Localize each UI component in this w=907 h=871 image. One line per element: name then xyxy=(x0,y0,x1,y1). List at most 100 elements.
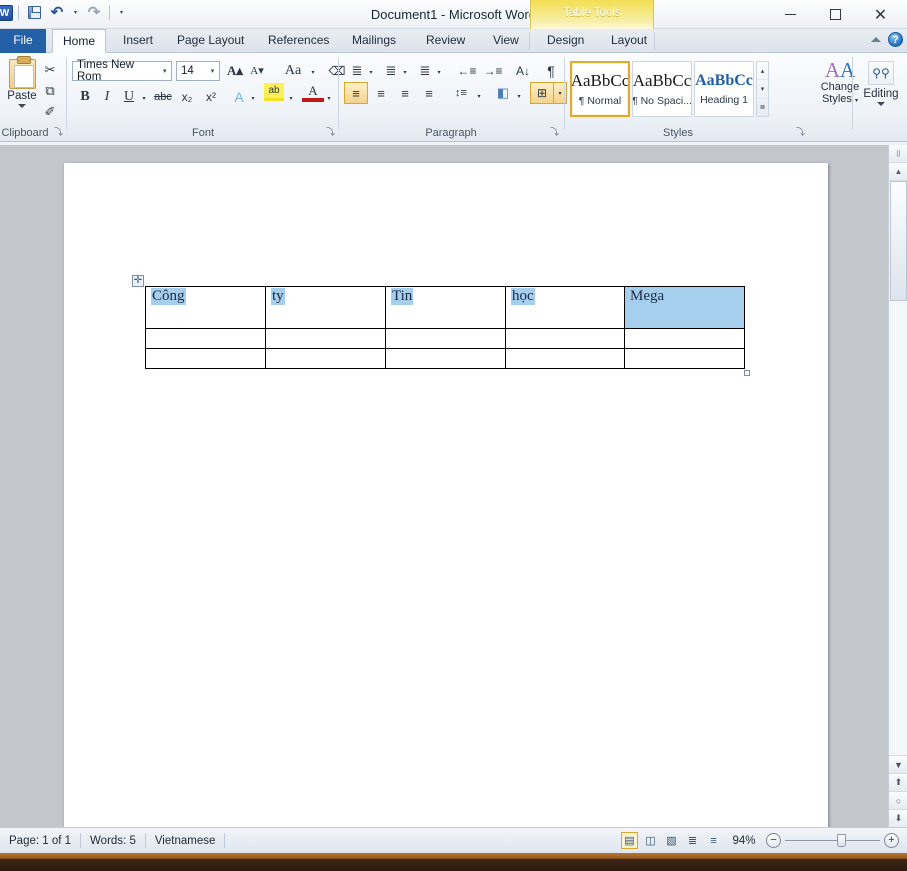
highlight-caret[interactable]: ▾ xyxy=(286,88,296,109)
zoom-in-button[interactable]: + xyxy=(884,833,899,848)
split-window-button[interactable]: ▲ xyxy=(889,163,907,181)
table-cell[interactable] xyxy=(145,348,266,369)
styles-scroll-down-button[interactable]: ▾ xyxy=(757,80,768,99)
chevron-down-icon[interactable]: ▾ xyxy=(206,67,219,75)
copy-button[interactable]: ⧉ xyxy=(40,81,60,101)
zoom-out-button[interactable]: − xyxy=(766,833,781,848)
table-cell[interactable] xyxy=(385,328,506,349)
line-spacing-button[interactable]: ↕≡ xyxy=(448,82,474,104)
tab-home[interactable]: Home xyxy=(52,29,106,53)
table-resize-handle[interactable] xyxy=(744,370,750,376)
table-cell[interactable]: Công xyxy=(145,286,266,329)
scrollbar-thumb[interactable] xyxy=(890,181,907,301)
collapse-ribbon-icon[interactable] xyxy=(871,37,881,42)
maximize-button[interactable] xyxy=(813,4,858,25)
grow-font-button[interactable]: A▴ xyxy=(224,60,246,81)
line-spacing-caret[interactable]: ▾ xyxy=(474,86,484,107)
tab-layout[interactable]: Layout xyxy=(600,29,658,53)
increase-indent-button[interactable]: →≡ xyxy=(480,60,506,81)
view-web-layout-button[interactable]: ▧ xyxy=(663,832,680,849)
change-case-caret[interactable]: ▾ xyxy=(308,62,318,83)
shrink-font-button[interactable]: A▾ xyxy=(246,60,268,81)
decrease-indent-button[interactable]: ←≡ xyxy=(454,60,480,81)
table-cell[interactable] xyxy=(265,328,386,349)
style-normal[interactable]: AaBbCс ¶ Normal xyxy=(570,61,630,117)
cut-button[interactable]: ✂ xyxy=(40,60,60,80)
close-button[interactable]: ✕ xyxy=(858,4,903,25)
zoom-level[interactable]: 94% xyxy=(726,835,762,847)
zoom-slider[interactable] xyxy=(785,834,880,847)
align-center-button[interactable]: ≡ xyxy=(370,82,392,104)
tab-design[interactable]: Design xyxy=(536,29,595,53)
styles-scroll-up-button[interactable]: ▴ xyxy=(757,62,768,81)
tab-mailings[interactable]: Mailings xyxy=(341,29,407,53)
ruler-toggle-button[interactable]: ⌷ xyxy=(889,145,907,163)
table-cell[interactable] xyxy=(505,328,625,349)
table-cell[interactable] xyxy=(385,348,506,369)
document-area[interactable] xyxy=(0,145,907,827)
tab-review[interactable]: Review xyxy=(415,29,476,53)
clipboard-dialog-launcher[interactable]: ⤵ xyxy=(53,127,64,138)
table-cell[interactable] xyxy=(624,348,745,369)
scrollbar-track[interactable] xyxy=(889,181,907,771)
language-indicator[interactable]: Vietnamese xyxy=(146,828,225,854)
view-outline-button[interactable]: ≣ xyxy=(684,832,701,849)
numbering-button[interactable]: ≣ xyxy=(380,60,402,81)
align-left-button[interactable]: ≡ xyxy=(344,82,368,104)
minimize-button[interactable] xyxy=(768,4,813,25)
paste-button[interactable]: Paste xyxy=(0,56,44,108)
align-right-button[interactable]: ≡ xyxy=(394,82,416,104)
font-color-caret[interactable]: ▾ xyxy=(324,88,334,109)
text-effects-button[interactable]: A xyxy=(228,86,250,107)
chevron-down-icon[interactable] xyxy=(877,102,885,106)
font-dialog-launcher[interactable]: ⤵ xyxy=(325,127,336,138)
vertical-scrollbar[interactable]: ⌷ ▲ ▼ ⬆ ○ ⬇ xyxy=(888,145,907,827)
bold-button[interactable]: B xyxy=(74,86,96,107)
highlight-button[interactable]: ab xyxy=(264,83,284,101)
font-size-combobox[interactable]: 14 ▾ xyxy=(176,61,220,81)
help-icon[interactable]: ? xyxy=(888,32,903,47)
multilevel-caret[interactable]: ▾ xyxy=(434,62,444,83)
table-cell[interactable]: ty xyxy=(265,286,386,329)
chevron-down-icon[interactable] xyxy=(18,104,26,108)
select-browse-object-button[interactable]: ○ xyxy=(889,791,907,809)
table-cell[interactable] xyxy=(265,348,386,369)
sort-button[interactable]: A↓ xyxy=(512,60,534,81)
previous-page-button[interactable]: ⬆ xyxy=(889,773,907,791)
italic-button[interactable]: I xyxy=(96,86,118,107)
zoom-slider-thumb[interactable] xyxy=(837,834,846,847)
document-page[interactable] xyxy=(64,163,828,827)
subscript-button[interactable]: x₂ xyxy=(176,86,198,107)
table-cell[interactable] xyxy=(624,328,745,349)
underline-caret[interactable]: ▾ xyxy=(138,88,150,109)
tab-page-layout[interactable]: Page Layout xyxy=(166,29,255,53)
table-move-handle[interactable]: ✛ xyxy=(132,275,144,287)
chevron-down-icon[interactable]: ▾ xyxy=(158,67,171,75)
change-case-button[interactable]: Aa xyxy=(278,60,308,81)
next-page-button[interactable]: ⬇ xyxy=(889,809,907,827)
strikethrough-button[interactable]: abc xyxy=(152,86,174,107)
format-painter-button[interactable]: ✐ xyxy=(40,102,60,122)
superscript-button[interactable]: x² xyxy=(200,86,222,107)
bullets-button[interactable]: ≣ xyxy=(346,60,368,81)
multilevel-list-button[interactable]: ≣ xyxy=(414,60,436,81)
tab-view[interactable]: View xyxy=(482,29,530,53)
word-count[interactable]: Words: 5 xyxy=(81,828,145,854)
scroll-down-button[interactable]: ▼ xyxy=(889,755,907,773)
text-effects-caret[interactable]: ▾ xyxy=(248,88,258,109)
table-cell[interactable] xyxy=(145,328,266,349)
page-indicator[interactable]: Page: 1 of 1 xyxy=(0,828,80,854)
editing-button[interactable]: ⚲⚲ Editing xyxy=(860,61,902,106)
table-cell[interactable] xyxy=(505,348,625,369)
numbering-caret[interactable]: ▾ xyxy=(400,62,410,83)
bullets-caret[interactable]: ▾ xyxy=(366,62,376,83)
document-table[interactable]: Công ty Tin học Mega xyxy=(145,286,745,369)
style-heading-1[interactable]: AaBbCс Heading 1 xyxy=(694,61,754,117)
styles-dialog-launcher[interactable]: ⤵ xyxy=(795,127,806,138)
tab-insert[interactable]: Insert xyxy=(112,29,164,53)
table-cell[interactable]: Mega xyxy=(624,286,745,329)
table-cell[interactable]: Tin xyxy=(385,286,506,329)
tab-file[interactable]: File xyxy=(0,29,46,53)
tab-references[interactable]: References xyxy=(257,29,340,53)
show-formatting-marks-button[interactable]: ¶ xyxy=(540,60,562,81)
